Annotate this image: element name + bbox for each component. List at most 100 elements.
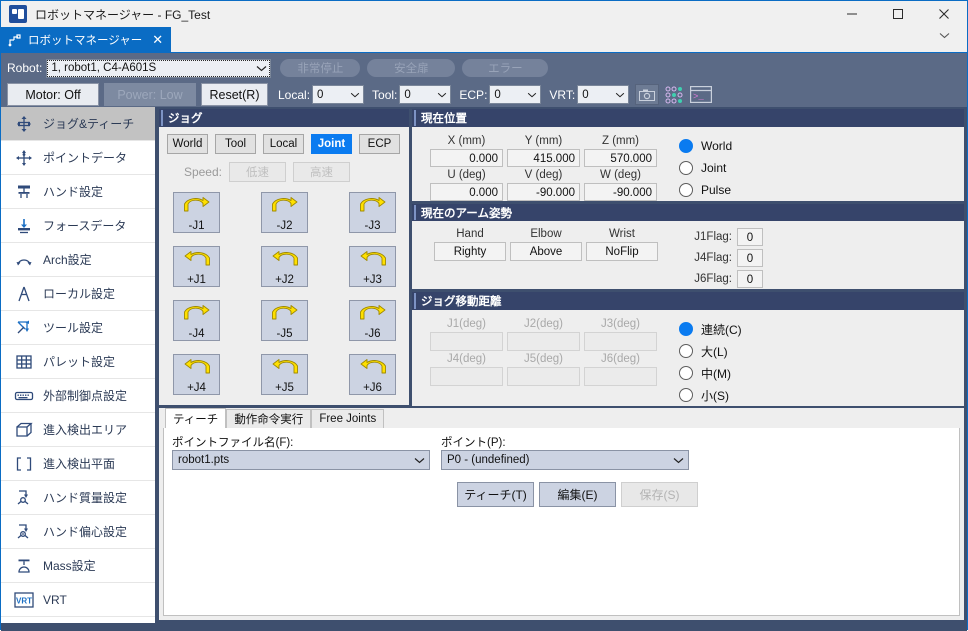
jog-distance-input[interactable] — [507, 332, 580, 351]
robot-select[interactable]: 1, robot1, C4-A601S — [46, 59, 271, 78]
jog-button-plusJ6[interactable]: +J6 — [349, 354, 396, 395]
position-axis-value[interactable]: 570.000 — [584, 149, 657, 167]
jog-distance-radio-2[interactable]: 大(L) — [679, 340, 742, 362]
jog-mode-ecp[interactable]: ECP — [359, 134, 400, 154]
sidebar-item-partial[interactable] — [1, 617, 155, 623]
jog-distance-radio-3[interactable]: 中(M) — [679, 362, 742, 384]
radio-button-icon[interactable] — [679, 183, 693, 197]
radio-button-icon[interactable] — [679, 366, 693, 380]
jog-button-minusJ1[interactable]: -J1 — [173, 192, 220, 233]
svg-text:>_: >_ — [693, 92, 704, 102]
arm-flag-label: J4Flag: — [684, 252, 732, 264]
sidebar-item-8[interactable]: パレット設定 — [1, 345, 155, 379]
jog-button-minusJ5[interactable]: -J5 — [261, 300, 308, 341]
jog-button-minusJ4[interactable]: -J4 — [173, 300, 220, 341]
ecp-select[interactable]: 0 — [489, 85, 541, 104]
radio-button-icon[interactable] — [679, 161, 693, 175]
jog-button-plusJ3[interactable]: +J3 — [349, 246, 396, 287]
teach-tab-2[interactable]: 動作命令実行 — [226, 409, 311, 428]
main-body: ジョグ&ティーチポイントデータハンド設定フォースデータArch設定ローカル設定ツ… — [1, 107, 967, 623]
tab-close-icon[interactable]: ✕ — [152, 33, 163, 46]
arm-pose-value: Righty — [434, 242, 506, 261]
speed-high-button[interactable]: 高速 — [293, 162, 350, 182]
teach-tab-1[interactable]: ティーチ — [165, 408, 226, 428]
position-axis-value[interactable]: -90.000 — [584, 183, 657, 201]
position-axis-value[interactable]: 0.000 — [430, 183, 503, 201]
arch-settings-icon — [14, 250, 34, 270]
sidebar-item-3[interactable]: ハンド設定 — [1, 175, 155, 209]
jog-button-minusJ2[interactable]: -J2 — [261, 192, 308, 233]
save-button[interactable]: 保存(S) — [621, 482, 698, 507]
sidebar-item-7[interactable]: ツール設定 — [1, 311, 155, 345]
arm-flag-row: J1Flag:0 — [684, 226, 763, 247]
sidebar-item-4[interactable]: フォースデータ — [1, 209, 155, 243]
robot-select-value: 1, robot1, C4-A601S — [51, 62, 253, 74]
sidebar-item-9[interactable]: 外部制御点設定 — [1, 379, 155, 413]
tab-robot-manager[interactable]: ロボットマネージャー ✕ — [1, 27, 171, 52]
jog-mode-local[interactable]: Local — [263, 134, 304, 154]
pointfile-select[interactable]: robot1.pts — [172, 450, 430, 470]
point-value: P0 - (undefined) — [447, 454, 668, 466]
sidebar-item-10[interactable]: 進入検出エリア — [1, 413, 155, 447]
radio-button-icon[interactable] — [679, 322, 693, 336]
teach-tab-3[interactable]: Free Joints — [311, 409, 384, 428]
radio-button-icon[interactable] — [679, 388, 693, 402]
sidebar-item-14[interactable]: Mass設定 — [1, 549, 155, 583]
position-axis-value[interactable]: -90.000 — [507, 183, 580, 201]
minimize-icon[interactable] — [829, 1, 875, 27]
teach-button[interactable]: ティーチ(T) — [457, 482, 534, 507]
point-select[interactable]: P0 - (undefined) — [441, 450, 689, 470]
position-mode-radio-2[interactable]: Joint — [679, 157, 732, 179]
vrt-select[interactable]: 0 — [577, 85, 629, 104]
sidebar-item-15[interactable]: VRTVRT — [1, 583, 155, 617]
jog-distance-input[interactable] — [584, 332, 657, 351]
jog-button-plusJ2[interactable]: +J2 — [261, 246, 308, 287]
radio-button-icon[interactable] — [679, 139, 693, 153]
rotate-cw-arrow-icon — [358, 195, 388, 220]
maximize-icon[interactable] — [875, 1, 921, 27]
sidebar-item-6[interactable]: ローカル設定 — [1, 277, 155, 311]
grid-dots-icon[interactable] — [662, 84, 686, 105]
jog-button-plusJ4[interactable]: +J4 — [173, 354, 220, 395]
position-mode-radio-1[interactable]: World — [679, 135, 732, 157]
arm-pose-value: NoFlip — [586, 242, 658, 261]
jog-button-minusJ3[interactable]: -J3 — [349, 192, 396, 233]
motor-toggle-button[interactable]: Motor: Off — [7, 83, 99, 106]
jog-mode-tool[interactable]: Tool — [215, 134, 256, 154]
position-mode-radio-3[interactable]: Pulse — [679, 179, 732, 201]
sidebar-item-11[interactable]: 進入検出平面 — [1, 447, 155, 481]
tab-overflow-chevron-down-icon[interactable] — [931, 27, 957, 43]
radio-button-icon[interactable] — [679, 344, 693, 358]
jog-mode-world[interactable]: World — [167, 134, 208, 154]
jog-distance-input[interactable] — [430, 367, 503, 386]
camera-icon[interactable] — [635, 84, 659, 105]
reset-button[interactable]: Reset(R) — [201, 83, 268, 106]
jog-distance-input[interactable] — [584, 367, 657, 386]
sidebar-item-2[interactable]: ポイントデータ — [1, 141, 155, 175]
sidebar-item-5[interactable]: Arch設定 — [1, 243, 155, 277]
jog-button-plusJ5[interactable]: +J5 — [261, 354, 308, 395]
position-axis-value[interactable]: 0.000 — [430, 149, 503, 167]
speed-low-button[interactable]: 低速 — [229, 162, 286, 182]
power-toggle-button[interactable]: Power: Low — [104, 83, 196, 106]
console-icon[interactable]: >_ — [689, 84, 713, 105]
position-axis-value[interactable]: 415.000 — [507, 149, 580, 167]
local-select[interactable]: 0 — [312, 85, 364, 104]
robot-icon — [8, 33, 22, 47]
arm-pose-label: Elbow — [510, 226, 582, 242]
sidebar-item-1[interactable]: ジョグ&ティーチ — [1, 107, 155, 141]
sidebar-item-12[interactable]: ハンド質量設定 — [1, 481, 155, 515]
tool-select[interactable]: 0 — [399, 85, 451, 104]
jog-distance-input[interactable] — [430, 332, 503, 351]
arm-flags: J1Flag:0J4Flag:0J6Flag:0 — [684, 226, 763, 289]
jog-button-minusJ6[interactable]: -J6 — [349, 300, 396, 341]
jog-button-plusJ1[interactable]: +J1 — [173, 246, 220, 287]
jog-distance-radio-1[interactable]: 連続(C) — [679, 318, 742, 340]
sidebar-item-13[interactable]: ハンド偏心設定 — [1, 515, 155, 549]
jog-mode-joint[interactable]: Joint — [311, 134, 352, 154]
edit-button[interactable]: 編集(E) — [539, 482, 616, 507]
tool-value: 0 — [404, 89, 433, 101]
close-icon[interactable] — [921, 1, 967, 27]
jog-distance-input[interactable] — [507, 367, 580, 386]
jog-distance-radio-4[interactable]: 小(S) — [679, 384, 742, 406]
